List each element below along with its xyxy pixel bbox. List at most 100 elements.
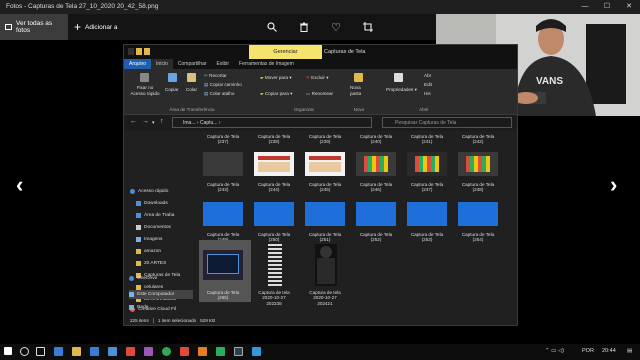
windows-start-icon[interactable]: [4, 347, 12, 355]
back-arrow-icon[interactable]: ←: [130, 118, 137, 125]
sidebar-item-this-pc[interactable]: Este Computador: [129, 290, 193, 299]
recent-chevron-icon[interactable]: ▾: [152, 120, 155, 126]
forward-arrow-icon[interactable]: →: [142, 118, 149, 125]
app-icon[interactable]: [252, 347, 261, 356]
file-name[interactable]: Captura de tela 2020-10-27 202421: [301, 290, 349, 306]
new-folder-button[interactable]: Nova pasta: [350, 85, 361, 96]
file-name[interactable]: Captura de Tela (245): [301, 182, 349, 193]
address-bar[interactable]: Ima... › Captu... ›: [172, 117, 372, 128]
file-thumbnail[interactable]: [203, 152, 243, 176]
file-name[interactable]: Captura de Tela (252): [352, 232, 400, 243]
file-name[interactable]: Captura de Tela (253): [403, 232, 451, 243]
sidebar-item-20-artes[interactable]: 20 ARTES: [136, 261, 166, 266]
file-name[interactable]: Captura de Tela (255): [199, 290, 247, 301]
search-input[interactable]: Pesquisar Capturas de Tela: [382, 117, 512, 128]
tab-home[interactable]: Início: [150, 59, 173, 69]
sidebar-item-images[interactable]: Imagens: [136, 237, 162, 242]
pin-quick-access-button[interactable]: Fixar no Acesso rápido: [128, 85, 162, 96]
copy-path-button[interactable]: ▤ Copiar caminho: [204, 82, 242, 88]
mail-icon[interactable]: [108, 347, 117, 356]
file-name[interactable]: Captura de Tela (237): [199, 134, 247, 145]
tray-icons[interactable]: ⌃ ▭ ◁): [545, 348, 564, 354]
file-name[interactable]: Captura de Tela (247): [403, 182, 451, 193]
file-thumbnail[interactable]: [305, 152, 345, 176]
search-icon[interactable]: [20, 347, 29, 356]
delete-button[interactable]: ✕ Excluir ▾: [306, 75, 329, 81]
paste-shortcut-button[interactable]: ▤ Colar atalho: [204, 91, 234, 97]
tab-view[interactable]: Exibir: [212, 59, 235, 69]
file-name[interactable]: Captura de Tela (251): [301, 232, 349, 243]
clock[interactable]: 20:44: [602, 348, 616, 354]
sidebar-item-amazon[interactable]: amazon: [136, 249, 161, 254]
view-all-photos-button[interactable]: Ver todas as fotos: [0, 14, 68, 40]
sidebar-item-downloads[interactable]: Downloads: [136, 201, 168, 206]
file-name[interactable]: Captura de Tela (239): [301, 134, 349, 145]
file-thumbnail[interactable]: [407, 152, 447, 176]
delete-icon[interactable]: [295, 18, 313, 36]
cut-button[interactable]: ✂ Recortar: [204, 73, 227, 79]
notifications-icon[interactable]: ▤: [627, 348, 632, 354]
file-name[interactable]: Captura de Tela (238): [250, 134, 298, 145]
minimize-icon[interactable]: —: [574, 0, 596, 14]
next-photo-arrow[interactable]: ›: [610, 172, 617, 198]
favorite-icon[interactable]: ♡: [327, 18, 345, 36]
add-to-button[interactable]: + Adicionar a: [74, 14, 118, 40]
app-icon[interactable]: [198, 347, 207, 356]
tab-picture-tools[interactable]: Ferramentas de Imagem: [234, 59, 299, 69]
file-thumbnail[interactable]: [407, 202, 447, 226]
sidebar-item-quick-access[interactable]: Acesso rápido: [130, 189, 168, 194]
file-name[interactable]: Captura de Tela (248): [454, 182, 502, 193]
photos-app-icon[interactable]: [234, 347, 243, 356]
maximize-icon[interactable]: ☐: [596, 0, 618, 14]
file-thumbnail[interactable]: [315, 244, 337, 286]
app-icon[interactable]: [180, 347, 189, 356]
file-name[interactable]: Captura de Tela (250): [250, 232, 298, 243]
history-button[interactable]: His: [424, 91, 431, 97]
properties-button[interactable]: Propriedades ▾: [386, 87, 417, 93]
file-thumbnail[interactable]: [203, 250, 243, 280]
edit-button[interactable]: Edit: [424, 82, 432, 88]
previous-photo-arrow[interactable]: ‹: [16, 172, 23, 198]
task-view-icon[interactable]: [36, 347, 45, 356]
sidebar-item-desktop[interactable]: Área de Traba: [136, 213, 174, 218]
sidebar-item-onedrive[interactable]: OneDrive: [129, 276, 157, 281]
app-icon[interactable]: [216, 347, 225, 356]
file-thumbnail[interactable]: [254, 202, 294, 226]
file-name[interactable]: Captura de Tela (243): [199, 182, 247, 193]
file-name[interactable]: Captura de Tela (242): [454, 134, 502, 145]
copy-to-button[interactable]: ▰ Copiar para ▾: [260, 91, 292, 97]
sidebar-item-documents[interactable]: Documentos: [136, 225, 171, 230]
tab-share[interactable]: Compartilhar: [173, 59, 212, 69]
file-thumbnail[interactable]: [203, 202, 243, 226]
file-thumbnail[interactable]: [356, 202, 396, 226]
file-thumbnail[interactable]: [254, 152, 294, 176]
up-arrow-icon[interactable]: ↑: [160, 118, 164, 125]
file-name[interactable]: Captura de Tela (246): [352, 182, 400, 193]
paste-button[interactable]: Colar: [186, 87, 197, 93]
copy-button[interactable]: Copiar: [165, 87, 179, 93]
file-name[interactable]: Captura de Tela (254): [454, 232, 502, 243]
path-segment-captures[interactable]: Captu...: [200, 120, 218, 126]
file-thumbnail[interactable]: [458, 152, 498, 176]
close-icon[interactable]: ✕: [618, 0, 640, 14]
sidebar-item-network[interactable]: Rede: [129, 305, 148, 310]
language-indicator[interactable]: POR: [582, 348, 594, 354]
zoom-icon[interactable]: [263, 18, 281, 36]
file-thumbnail[interactable]: [305, 202, 345, 226]
file-thumbnail[interactable]: [458, 202, 498, 226]
file-name[interactable]: Captura de Tela (240): [352, 134, 400, 145]
file-name[interactable]: Captura de Tela (241): [403, 134, 451, 145]
tab-file[interactable]: Arquivo: [124, 59, 151, 69]
store-icon[interactable]: [90, 347, 99, 356]
open-button[interactable]: Abr: [424, 73, 431, 79]
manage-tab-header[interactable]: Gerenciar: [249, 45, 322, 59]
file-thumbnail[interactable]: [356, 152, 396, 176]
app-icon[interactable]: [126, 347, 135, 356]
move-to-button[interactable]: ▰ Mover para ▾: [260, 75, 292, 81]
edge-icon[interactable]: [54, 347, 63, 356]
rename-button[interactable]: ▭ Renomear: [306, 91, 333, 97]
file-name[interactable]: Captura de Tela (244): [250, 182, 298, 193]
file-name[interactable]: Captura de tela 2020-10-27 202238: [250, 290, 298, 306]
chrome-icon[interactable]: [162, 347, 171, 356]
path-segment-images[interactable]: Ima...: [183, 120, 196, 126]
